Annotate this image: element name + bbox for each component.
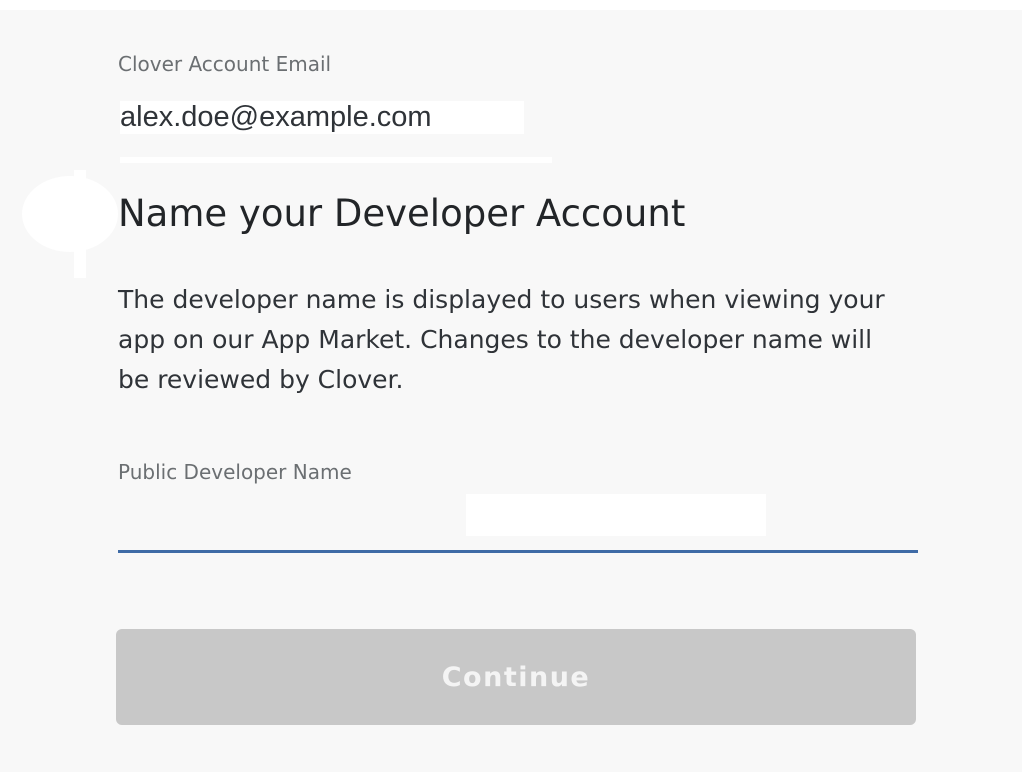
page-title: Name your Developer Account <box>118 192 686 235</box>
developer-name-description: The developer name is displayed to users… <box>118 285 885 394</box>
account-email-label: Clover Account Email <box>118 52 332 76</box>
decorative-blob-stem <box>74 170 86 278</box>
account-email-value: alex.doe@example.com <box>120 101 524 134</box>
continue-button[interactable]: Continue <box>116 629 916 725</box>
public-developer-name-input[interactable] <box>118 498 918 553</box>
public-developer-name-label: Public Developer Name <box>118 460 352 484</box>
decorative-blob <box>22 176 118 252</box>
developer-signup-panel: Clover Account Email alex.doe@example.co… <box>0 10 1022 772</box>
email-field-underline <box>120 157 552 163</box>
